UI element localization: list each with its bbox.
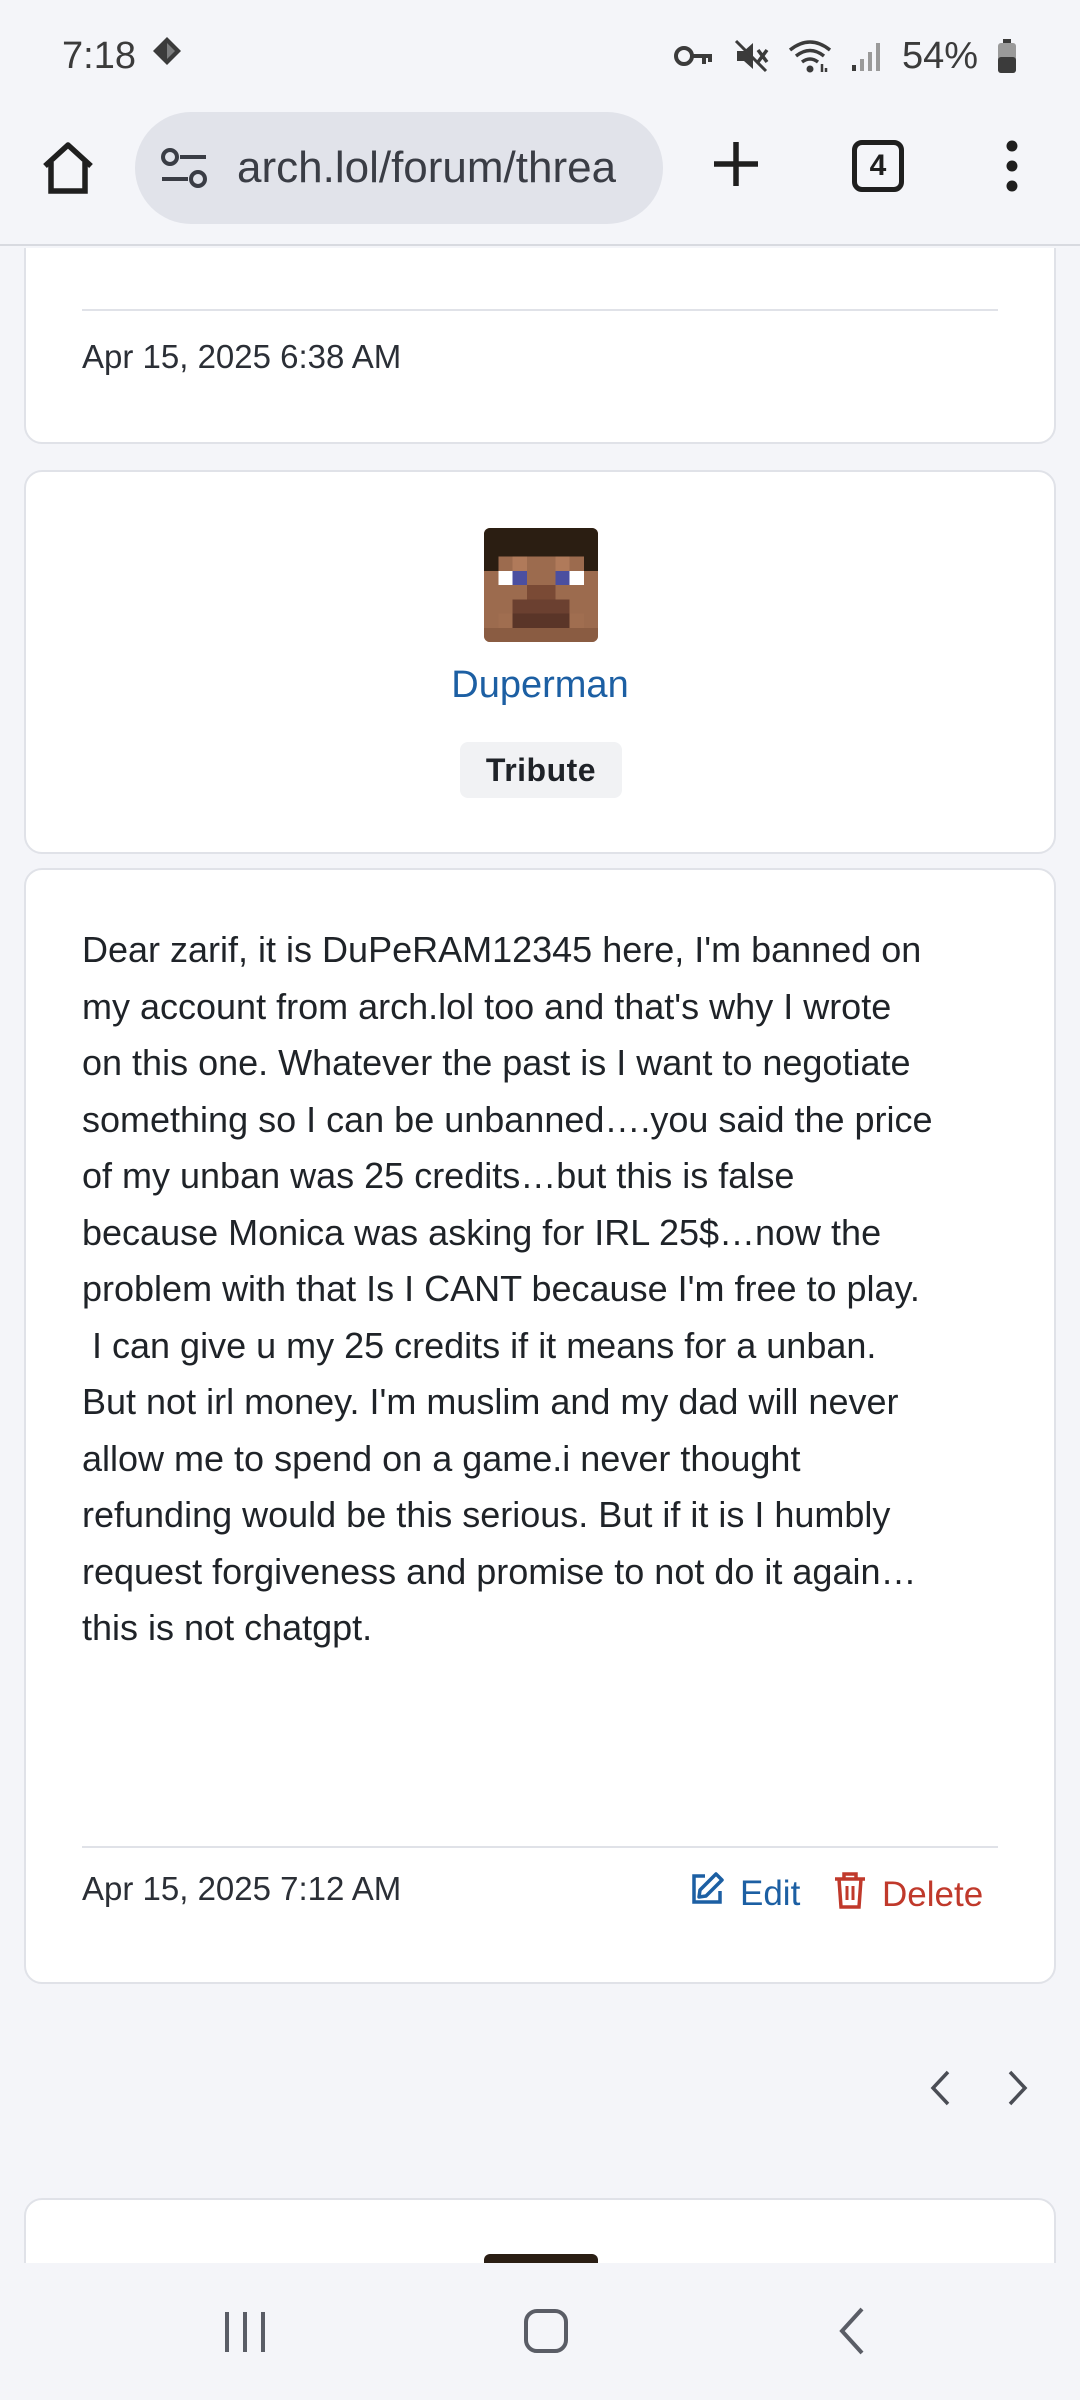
avatar[interactable] <box>484 2254 598 2263</box>
chevron-right-icon[interactable] <box>994 2058 1042 2118</box>
post-line: of my unban was 25 credits…but this is f… <box>82 1155 795 1196</box>
post-line: this is not chatgpt. <box>82 1607 373 1648</box>
post-timestamp: Apr 15, 2025 6:38 AM <box>82 338 402 375</box>
home-icon[interactable] <box>36 136 100 200</box>
edit-pencil-icon <box>688 1870 726 1917</box>
address-bar[interactable]: arch.lol/forum/threa <box>135 112 663 224</box>
post-line: request forgiveness and promise to not d… <box>82 1550 917 1592</box>
site-settings-icon[interactable] <box>157 141 211 195</box>
post-line: refunding would be this serious. But if … <box>82 1494 891 1535</box>
vpn-key-icon <box>673 43 714 69</box>
delete-label: Delete <box>882 1874 984 1914</box>
status-time: 7:18 <box>62 34 136 77</box>
avatar[interactable] <box>484 528 598 642</box>
nav-home-icon[interactable] <box>520 2305 572 2357</box>
post-line: on this one. Whatever the past is I want… <box>82 1042 911 1083</box>
signal-icon <box>850 39 884 73</box>
post-card: Dear zarif, it is DuPeRAM12345 here, I'm… <box>24 868 1056 1984</box>
url-text: arch.lol/forum/threa <box>237 143 617 192</box>
trash-icon <box>832 1870 868 1919</box>
system-nav-bar <box>0 2263 1080 2400</box>
previous-post-card: Apr 15, 2025 6:38 AM <box>24 248 1056 444</box>
post-line: I can give u my 25 credits if it means f… <box>82 1324 877 1366</box>
post-line: something so I can be unbanned….you said… <box>82 1098 933 1140</box>
post-line: Dear zarif, it is DuPeRAM12345 here, I'm… <box>82 929 922 970</box>
new-tab-plus-icon[interactable] <box>704 132 768 196</box>
divider <box>82 1846 998 1848</box>
browser-toolbar: arch.lol/forum/threa 4 <box>0 112 1080 246</box>
post-line: allow me to spend on a game.i never thou… <box>82 1437 801 1479</box>
next-post-card <box>24 2198 1056 2263</box>
screen: 7:18 54% arch.lol/forum/threa 4 Apr 15, … <box>0 0 1080 2400</box>
wifi-icon <box>788 38 832 74</box>
status-bar: 7:18 54% <box>0 0 1080 112</box>
post-line: because Monica was asking for IRL 25$…no… <box>82 1211 882 1253</box>
overflow-menu-icon[interactable] <box>988 134 1036 198</box>
tab-count: 4 <box>869 149 887 182</box>
battery-text: 54% <box>901 34 978 77</box>
post-line: my account from arch.lol too and that's … <box>82 985 892 1027</box>
back-icon[interactable] <box>826 2305 878 2357</box>
mute-icon <box>732 37 770 75</box>
post-body: Dear zarif, it is DuPeRAM12345 here, I'm… <box>82 922 1012 1657</box>
recents-icon[interactable] <box>220 2307 270 2357</box>
notification-diamond-icon <box>150 34 184 78</box>
edit-button[interactable]: Edit <box>688 1870 800 1917</box>
chevron-left-icon[interactable] <box>916 2058 964 2118</box>
post-line: problem with that Is I CANT because I'm … <box>82 1268 920 1309</box>
tab-switcher-icon[interactable]: 4 <box>852 140 904 192</box>
delete-button[interactable]: Delete <box>832 1870 983 1919</box>
post-timestamp: Apr 15, 2025 7:12 AM <box>82 1870 402 1907</box>
battery-icon <box>996 38 1018 74</box>
forum-thread-content: Apr 15, 2025 6:38 AM Duperman Tribute De… <box>0 248 1080 2263</box>
username-link[interactable]: Duperman <box>26 664 1054 707</box>
author-card: Duperman Tribute <box>24 470 1056 854</box>
rank-badge: Tribute <box>460 742 622 798</box>
post-line: But not irl money. I'm muslim and my dad… <box>82 1381 899 1422</box>
divider <box>82 309 998 311</box>
edit-label: Edit <box>740 1873 801 1913</box>
